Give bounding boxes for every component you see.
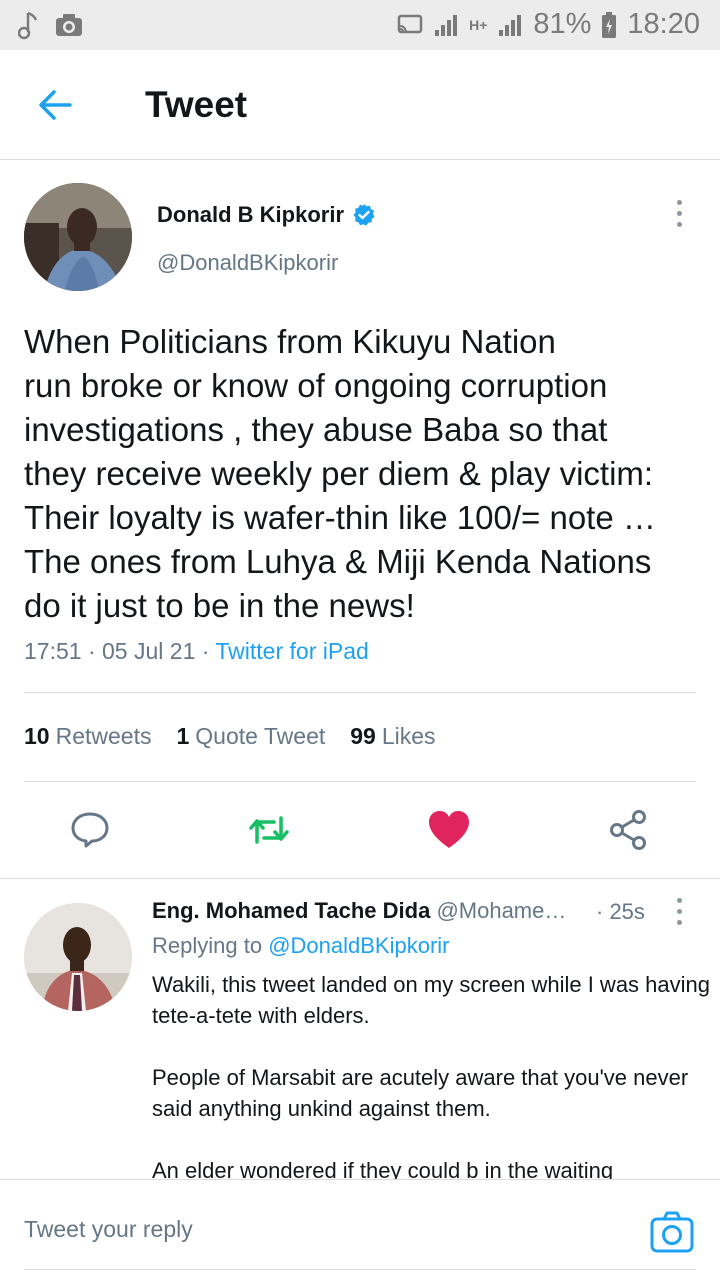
quote-tweets-stat[interactable]: 1 Quote Tweet <box>176 723 325 750</box>
back-arrow-icon[interactable] <box>34 83 78 127</box>
replying-to: Replying to @DonaldBKipkorir <box>152 933 450 959</box>
reply-icon[interactable] <box>68 808 112 852</box>
tweet-line: When Politicians from Kikuyu Nation <box>24 323 556 360</box>
reply-paragraph: Wakili, this tweet landed on my screen w… <box>152 972 710 1028</box>
tweet-time: 17:51 <box>24 638 82 664</box>
replying-to-label: Replying to <box>152 933 263 958</box>
reply-author-name[interactable]: Eng. Mohamed Tache Dida <box>152 898 430 923</box>
author-name-row[interactable]: Donald B Kipkorir <box>157 202 376 228</box>
author-avatar[interactable] <box>24 183 132 291</box>
camera-icon <box>56 14 82 36</box>
like-heart-icon[interactable] <box>427 808 471 852</box>
reply-author-avatar[interactable] <box>24 903 132 1011</box>
composer-underline <box>24 1269 696 1270</box>
verified-badge-icon <box>353 204 375 226</box>
battery-charging-icon <box>602 11 617 38</box>
camera-icon[interactable] <box>648 1208 696 1256</box>
author-name[interactable]: Donald B Kipkorir <box>157 202 344 228</box>
retweets-stat[interactable]: 10 Retweets <box>24 723 151 750</box>
replying-to-handle[interactable]: @DonaldBKipkorir <box>268 933 449 958</box>
tweet-line: do it just to be in the news! <box>24 587 415 624</box>
divider <box>24 781 696 782</box>
author-handle[interactable]: @DonaldBKipkorir <box>157 250 338 276</box>
reply-paragraph: People of Marsabit are acutely aware tha… <box>152 1065 695 1121</box>
status-bar: H+ 81% 18:20 <box>0 0 720 50</box>
tweet-meta: 17:51 · 05 Jul 21 · Twitter for iPad <box>24 638 369 664</box>
reply-more-options-icon[interactable] <box>668 898 690 930</box>
tweet-stats: 10 Retweets 1 Quote Tweet 99 Likes <box>24 723 436 750</box>
tweet-text: When Politicians from Kikuyu Nation run … <box>24 320 704 628</box>
reply-text: Wakili, this tweet landed on my screen w… <box>152 969 712 1179</box>
tweet-date: 05 Jul 21 <box>102 638 196 664</box>
tweet-line: investigations , they abuse Baba so that <box>24 411 608 448</box>
signal-icon-2 <box>499 14 522 36</box>
music-note-icon <box>18 11 38 40</box>
tweet-line: Their loyalty is wafer-thin like 100/= n… <box>24 499 656 536</box>
reply-time: · 25s <box>596 899 645 924</box>
signal-icon <box>435 14 458 36</box>
reply-input[interactable]: Tweet your reply <box>24 1216 193 1243</box>
retweet-icon[interactable] <box>247 808 291 852</box>
reply-header: Eng. Mohamed Tache Dida @Mohame… <box>152 898 566 924</box>
likes-stat[interactable]: 99 Likes <box>350 723 435 750</box>
tweet-line: The ones from Luhya & Miji Kenda Nations <box>24 543 652 580</box>
page-title: Tweet <box>145 84 248 125</box>
tweet-actions <box>0 800 720 860</box>
battery-percent: 81% <box>533 8 592 40</box>
divider <box>24 692 696 693</box>
divider <box>0 878 720 879</box>
clock: 18:20 <box>627 8 700 40</box>
tweet-line: they receive weekly per diem & play vict… <box>24 455 654 492</box>
more-options-icon[interactable] <box>668 200 690 232</box>
reply-paragraph: An elder wondered if they could b in the… <box>152 1158 614 1179</box>
tweet-line: run broke or know of ongoing corruption <box>24 367 608 404</box>
share-icon[interactable] <box>607 808 651 852</box>
tweet-source-link[interactable]: Twitter for iPad <box>215 638 368 664</box>
reply-author-handle[interactable]: @Mohame… <box>436 898 566 923</box>
cast-icon <box>397 14 423 33</box>
app-header: Tweet <box>0 50 720 160</box>
reply-composer: Tweet your reply <box>0 1179 720 1280</box>
network-type: H+ <box>469 16 488 33</box>
